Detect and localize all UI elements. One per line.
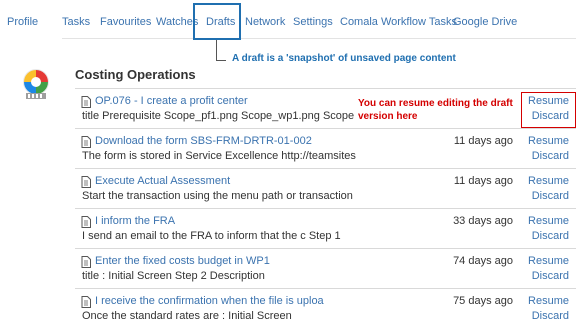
draft-title-link[interactable]: I receive the confirmation when the file…: [95, 295, 324, 307]
resume-link[interactable]: Resume: [528, 255, 569, 267]
draft-excerpt: title Prerequisite Scope_pf1.png Scope_w…: [82, 110, 355, 122]
discard-link[interactable]: Discard: [532, 270, 569, 282]
draft-row: Execute Actual Assessment Start the tran…: [75, 168, 576, 208]
tab-favourites[interactable]: Favourites: [100, 14, 151, 30]
tab-network[interactable]: Network: [245, 14, 285, 30]
draft-title-link[interactable]: Download the form SBS-FRM-DRTR-01-002: [95, 135, 312, 147]
draft-age: 11 days ago: [453, 135, 513, 147]
discard-link[interactable]: Discard: [532, 310, 569, 322]
resume-link[interactable]: Resume: [528, 215, 569, 227]
tab-google-drive[interactable]: Google Drive: [453, 14, 517, 30]
discard-link[interactable]: Discard: [532, 150, 569, 162]
drafts-callout-text: A draft is a 'snapshot' of unsaved page …: [232, 53, 456, 64]
draft-title-link[interactable]: I inform the FRA: [95, 215, 175, 227]
draft-title-link[interactable]: Execute Actual Assessment: [95, 175, 230, 187]
draft-age: 33 days ago: [453, 215, 513, 227]
draft-title-link[interactable]: OP.076 - I create a profit center: [95, 95, 248, 107]
page-icon: [81, 296, 91, 308]
page-icon: [81, 176, 91, 188]
tab-comala-workflow-tasks[interactable]: Comala Workflow Tasks: [340, 14, 457, 30]
draft-excerpt: The form is stored in Service Excellence…: [82, 150, 356, 162]
page-icon: [81, 256, 91, 268]
draft-row: Download the form SBS-FRM-DRTR-01-002 Th…: [75, 128, 576, 168]
tab-profile[interactable]: Profile: [7, 14, 38, 30]
draft-age: 75 days ago: [453, 295, 513, 307]
discard-link[interactable]: Discard: [532, 190, 569, 202]
draft-row: I receive the confirmation when the file…: [75, 288, 576, 328]
user-avatar[interactable]: [19, 67, 53, 101]
drafts-list: OP.076 - I create a profit center title …: [75, 88, 576, 328]
tab-settings[interactable]: Settings: [293, 14, 333, 30]
page-icon: [81, 216, 91, 228]
drafts-tab-highlight: [193, 3, 241, 40]
profile-nav: Profile Tasks Favourites Watches Drafts …: [0, 0, 576, 44]
page-icon: [81, 136, 91, 148]
draft-row: I inform the FRA I send an email to the …: [75, 208, 576, 248]
callout-connector-tail: [216, 60, 226, 61]
draft-age: 74 days ago: [453, 255, 513, 267]
resume-discard-highlight: [521, 92, 576, 128]
section-title: Costing Operations: [75, 67, 196, 82]
tab-tasks[interactable]: Tasks: [62, 14, 90, 30]
resume-link[interactable]: Resume: [528, 175, 569, 187]
resume-link[interactable]: Resume: [528, 135, 569, 147]
page-icon: [81, 96, 91, 108]
draft-excerpt: I send an email to the FRA to inform tha…: [82, 230, 341, 242]
draft-title-link[interactable]: Enter the fixed costs budget in WP1: [95, 255, 270, 267]
callout-connector: [216, 40, 217, 61]
nav-divider: [62, 38, 576, 39]
draft-excerpt: Start the transaction using the menu pat…: [82, 190, 353, 202]
resume-callout-text: You can resume editing the draft version…: [358, 98, 513, 122]
draft-excerpt: title : Initial Screen Step 2 Descriptio…: [82, 270, 265, 282]
draft-row: Enter the fixed costs budget in WP1 titl…: [75, 248, 576, 288]
draft-age: 11 days ago: [453, 175, 513, 187]
resume-link[interactable]: Resume: [528, 295, 569, 307]
draft-excerpt: Once the standard rates are : Initial Sc…: [82, 310, 292, 322]
discard-link[interactable]: Discard: [532, 230, 569, 242]
